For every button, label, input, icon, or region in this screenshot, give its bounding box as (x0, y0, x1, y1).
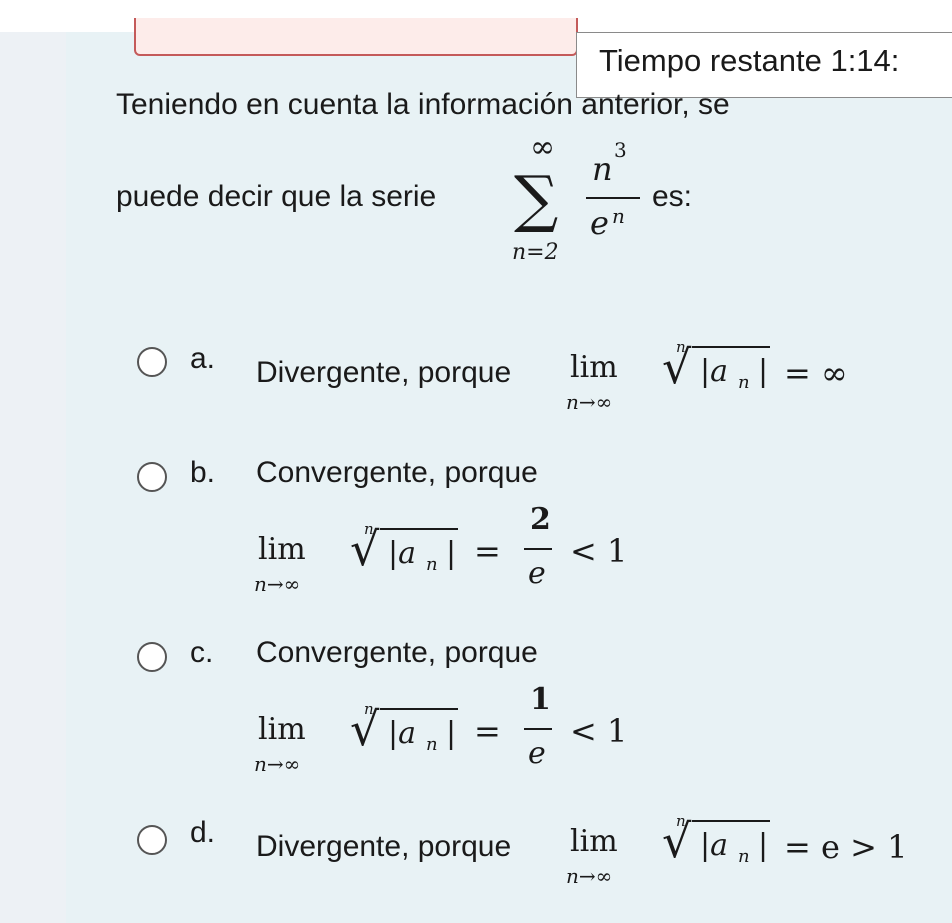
option-b-radical-bar (380, 528, 458, 530)
radio-option-a[interactable] (137, 347, 167, 377)
option-c-fraction-bar (524, 728, 552, 730)
option-b-frac-num: 2 (530, 502, 551, 537)
question-suffix: es: (652, 180, 693, 213)
option-c-radical-bar (380, 708, 458, 710)
option-a-lim-sub: n→∞ (566, 390, 613, 414)
option-a-radicand-end: | (758, 354, 769, 389)
option-b-equals: = (474, 532, 501, 570)
option-b-radicand-sub: n (426, 554, 438, 575)
alert-box (134, 18, 578, 56)
option-d-radical-bar (692, 820, 770, 822)
option-d-lim: lim (570, 824, 618, 859)
option-a-radical-sign: √ (662, 340, 692, 394)
radio-option-c[interactable] (137, 642, 167, 672)
option-c-letter: c. (190, 636, 214, 669)
radio-option-b[interactable] (137, 462, 167, 492)
option-b-radical-sign: √ (350, 522, 380, 576)
option-d-radicand-end: | (758, 828, 769, 863)
series-numerator-exponent: 3 (614, 138, 627, 162)
option-d-text: Divergente, porque (256, 830, 512, 863)
option-d-radicand: |a (700, 828, 728, 863)
option-a-radicand-sub: n (738, 372, 750, 393)
option-a-letter: a. (190, 342, 216, 375)
series-denominator-exponent: n (612, 204, 625, 228)
option-d-result: = e > 1 (784, 828, 908, 866)
option-b-lim: lim (258, 532, 306, 567)
timer-label: Tiempo restante 1:14: (599, 43, 900, 78)
question-line-2: puede decir que la serie (116, 180, 437, 213)
option-d-radicand-sub: n (738, 846, 750, 867)
question-line-1: Teniendo en cuenta la información anteri… (116, 88, 730, 121)
option-b-lim-sub: n→∞ (254, 572, 301, 596)
option-c-frac-num: 1 (530, 682, 551, 717)
option-b-fraction-bar (524, 548, 552, 550)
option-a-text: Divergente, porque (256, 356, 512, 389)
option-c-tail: < 1 (570, 712, 628, 750)
option-c-text: Convergente, porque (256, 636, 538, 669)
option-a-lim: lim (570, 350, 618, 385)
option-c-radicand: |a (388, 716, 416, 751)
option-a-result: = ∞ (784, 354, 848, 392)
option-b-radicand-end: | (446, 536, 457, 571)
series-fraction-bar (586, 197, 640, 199)
sum-upper-limit: ∞ (530, 130, 555, 165)
option-d-letter: d. (190, 816, 216, 849)
option-d-lim-sub: n→∞ (566, 864, 613, 888)
series-denominator: e (590, 204, 609, 242)
left-margin (0, 32, 66, 923)
option-c-radicand-sub: n (426, 734, 438, 755)
option-b-tail: < 1 (570, 532, 628, 570)
option-b-frac-den: e (528, 556, 546, 591)
option-a-radicand: |a (700, 354, 728, 389)
sum-lower-limit: n=2 (512, 240, 559, 265)
option-a-radical-bar (692, 346, 770, 348)
option-c-radicand-end: | (446, 716, 457, 751)
option-d-radical-sign: √ (662, 814, 692, 868)
option-c-frac-den: e (528, 736, 546, 771)
option-b-text: Convergente, porque (256, 456, 538, 489)
option-c-radical-sign: √ (350, 702, 380, 756)
radio-option-d[interactable] (137, 825, 167, 855)
series-numerator: n (592, 150, 613, 188)
option-b-letter: b. (190, 456, 216, 489)
option-c-lim-sub: n→∞ (254, 752, 301, 776)
sum-symbol: ∑ (514, 162, 559, 235)
option-c-lim: lim (258, 712, 306, 747)
option-b-radicand: |a (388, 536, 416, 571)
option-c-equals: = (474, 712, 501, 750)
